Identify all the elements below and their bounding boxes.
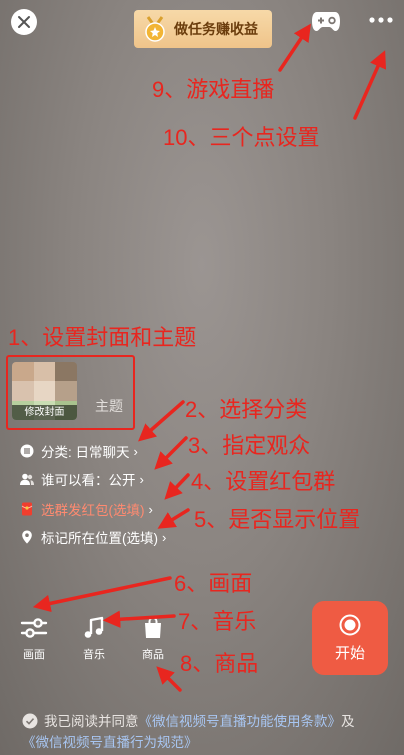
annotation-9: 9、游戏直播 — [152, 77, 275, 102]
annotation-3: 3、指定观众 — [188, 433, 311, 458]
more-dots-icon[interactable] — [368, 16, 394, 24]
location-option[interactable]: 标记所在位置(选填) › — [20, 527, 166, 547]
annotation-2: 2、选择分类 — [185, 397, 308, 422]
category-label: 分类: 日常聊天 — [41, 445, 130, 460]
red-packet-icon — [21, 502, 33, 516]
task-earnings-button[interactable]: 做任务赚收益 — [134, 10, 272, 48]
gamepad-icon[interactable] — [311, 10, 341, 32]
music-tool-label: 音乐 — [83, 649, 105, 661]
edit-cover-label[interactable]: 修改封面 — [12, 405, 77, 420]
audience-label: 谁可以看：公开 — [41, 473, 136, 488]
close-button[interactable] — [11, 9, 37, 35]
agreement-and: 及 — [341, 714, 355, 729]
agreement-prefix: 我已阅读并同意 — [44, 714, 139, 729]
terms-link-2[interactable]: 《微信视频号直播行为规范》 — [22, 735, 198, 750]
chevron-right-icon: › — [133, 443, 138, 459]
red-packet-option[interactable]: 选群发红包(选填) › — [20, 499, 153, 519]
picture-tool-label: 画面 — [23, 649, 45, 661]
music-tool-button[interactable]: 音乐 — [77, 616, 111, 662]
annotation-6: 6、画面 — [174, 571, 253, 596]
location-pin-icon — [22, 530, 32, 544]
sliders-icon — [20, 618, 48, 638]
list-icon — [20, 444, 34, 458]
annotation-8: 8、商品 — [180, 651, 259, 676]
agreement-text: 我已阅读并同意《微信视频号直播功能使用条款》及《微信视频号直播行为规范》 — [22, 711, 392, 753]
medal-icon — [145, 16, 165, 42]
chevron-right-icon: › — [148, 501, 153, 517]
terms-link-1[interactable]: 《微信视频号直播功能使用条款》 — [139, 714, 342, 729]
record-icon — [339, 614, 361, 635]
goods-tool-label: 商品 — [142, 649, 164, 661]
people-icon — [20, 473, 34, 485]
start-live-button[interactable]: 开始 — [312, 601, 388, 675]
location-label: 标记所在位置(选填) — [41, 531, 158, 546]
picture-tool-button[interactable]: 画面 — [17, 616, 51, 662]
annotation-5: 5、是否显示位置 — [194, 507, 361, 532]
live-setup-screen: 做任务赚收益 9、游戏直播 10、三个点设置 1、设置封面和主题 2、选择分类 … — [0, 0, 404, 755]
annotation-7: 7、音乐 — [178, 609, 257, 634]
close-icon — [18, 16, 30, 28]
audience-option[interactable]: 谁可以看：公开 › — [20, 469, 144, 489]
music-note-icon — [84, 616, 104, 638]
chevron-right-icon: › — [139, 471, 144, 487]
category-option[interactable]: 分类: 日常聊天 › — [20, 441, 138, 461]
start-label: 开始 — [334, 644, 365, 662]
chevron-right-icon: › — [162, 529, 167, 545]
theme-input[interactable]: 主题 — [95, 396, 123, 416]
annotation-4: 4、设置红包群 — [191, 469, 336, 494]
cover-image[interactable]: 修改封面 — [12, 362, 77, 420]
annotation-10: 10、三个点设置 — [163, 125, 320, 150]
annotation-1: 1、设置封面和主题 — [8, 325, 197, 350]
shopping-bag-icon — [145, 616, 161, 638]
red-packet-label: 选群发红包(选填) — [41, 503, 145, 518]
task-button-label: 做任务赚收益 — [174, 21, 258, 37]
goods-tool-button[interactable]: 商品 — [136, 616, 170, 662]
